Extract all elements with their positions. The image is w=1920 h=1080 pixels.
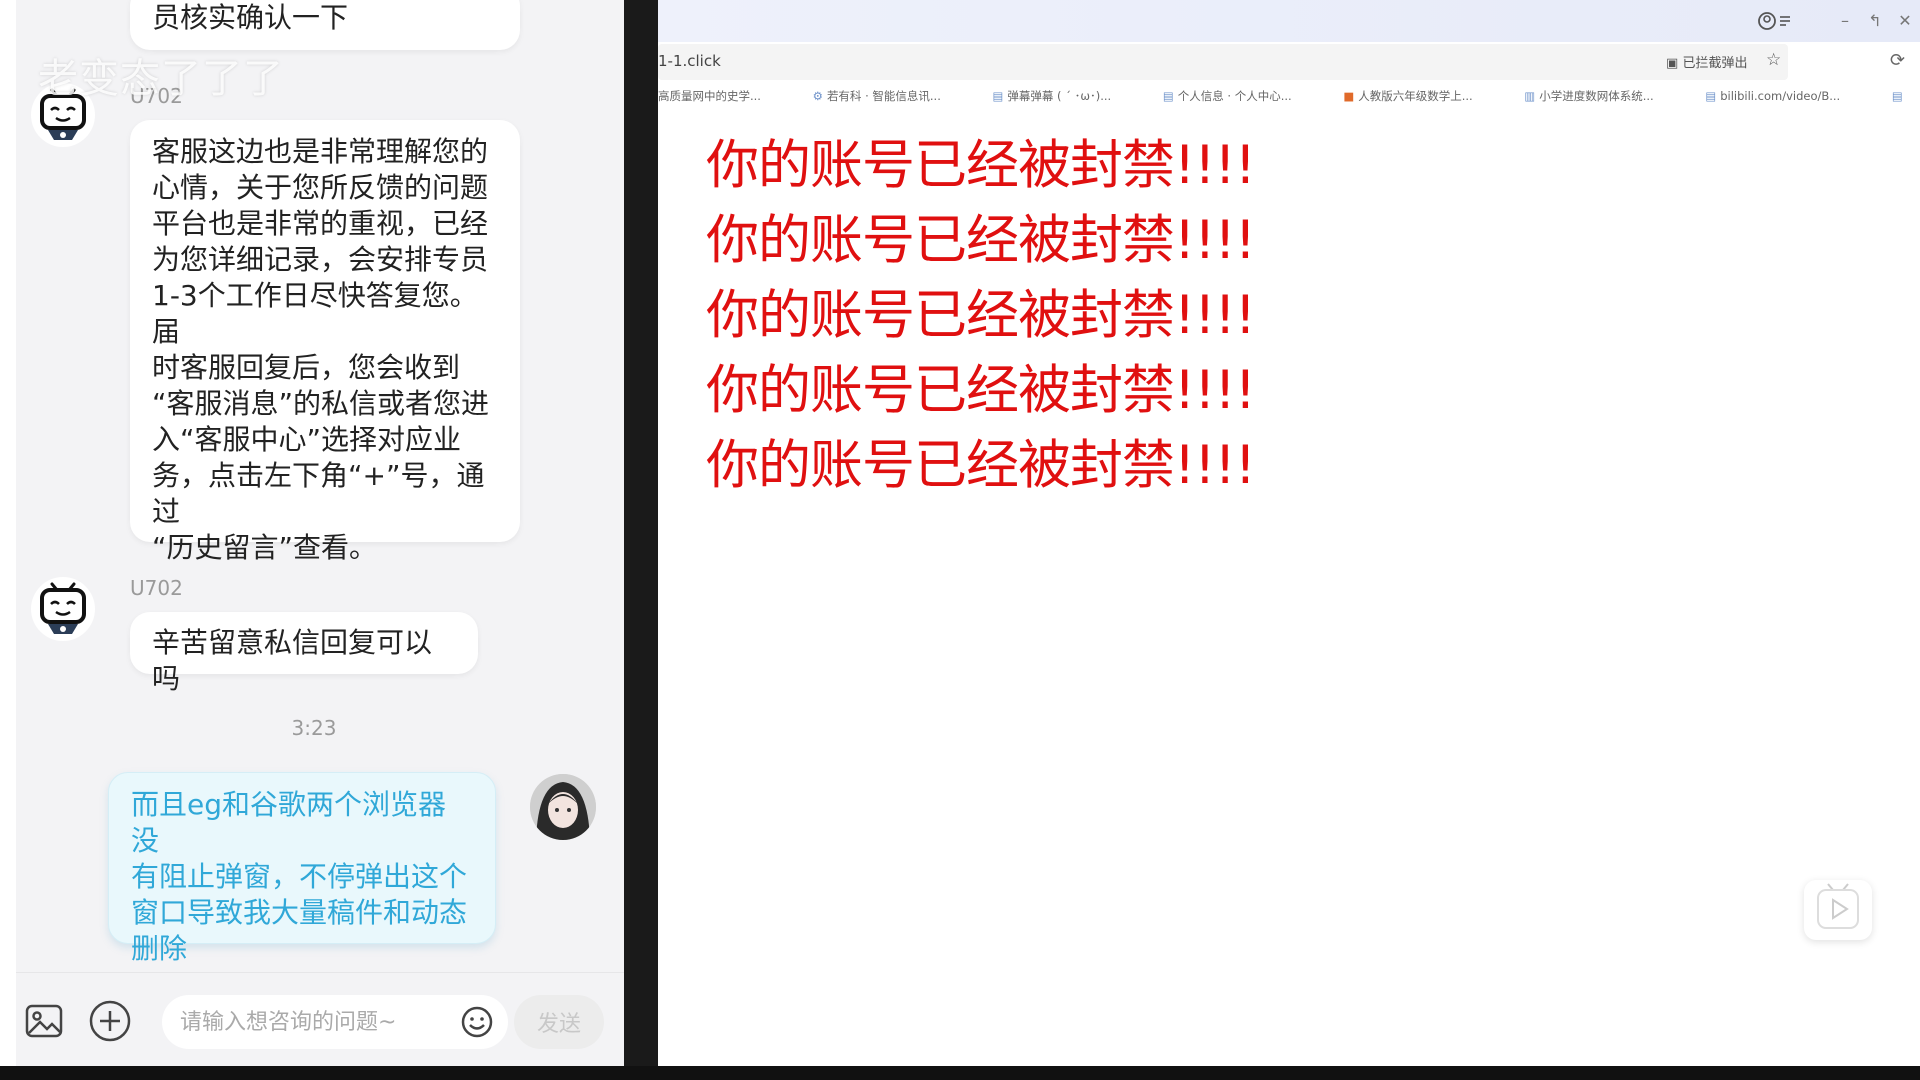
banned-notice: 你的账号已经被封禁!!!! 你的账号已经被封禁!!!! 你的账号已经被封禁!!!… <box>706 128 1256 503</box>
bookmark-item[interactable]: ⚙ 若有科 · 智能信息讯... <box>813 88 965 104</box>
video-watermark: 老变态了了了 <box>38 56 284 102</box>
user-avatar <box>530 774 596 840</box>
profile-icon[interactable] <box>1756 10 1798 32</box>
user-message-bubble: 而且eg和谷歌两个浏览器没 有阻止弹窗，不停弹出这个 窗口导致我大量稿件和动态 … <box>108 772 496 965</box>
banned-message: 你的账号已经被封禁!!!! <box>706 210 1256 271</box>
sync-icon[interactable]: ⟳ <box>1890 50 1905 71</box>
image-upload-icon[interactable] <box>24 1001 64 1041</box>
bookmark-item[interactable]: ▤ bilibili.com/video/B... <box>1705 89 1864 103</box>
bookmark-icon: ▤ <box>992 89 1004 103</box>
message-input-wrapper <box>162 995 508 1049</box>
message-timestamp: 3:23 <box>291 716 337 740</box>
agent-message-bubble: 辛苦留意私信回复可以吗 <box>130 612 478 695</box>
bookmark-item[interactable]: 高质量网中的史学... <box>658 88 785 104</box>
address-bar[interactable]: 1-1.click ▣ 已拦截弹出 ☆ <box>658 44 1788 80</box>
bookmark-icon: ▤ <box>1162 89 1174 103</box>
browser-titlebar: – ↰ ✕ <box>658 0 1920 42</box>
url-text: 1-1.click <box>658 52 721 70</box>
popup-blocked-indicator[interactable]: ▣ 已拦截弹出 <box>1666 52 1747 71</box>
bookmark-item[interactable]: ▤ 个人信息 · 个人中心... <box>1163 88 1316 104</box>
restore-icon[interactable]: ↰ <box>1862 8 1888 34</box>
floating-play-button[interactable] <box>1804 880 1872 940</box>
add-icon[interactable] <box>88 999 132 1043</box>
message-composer: 发送 <box>16 972 624 1066</box>
bookmark-star-icon[interactable]: ☆ <box>1766 50 1781 70</box>
agent-name: U702 <box>130 576 183 600</box>
bookmark-icon: ▤ <box>1705 89 1717 103</box>
banned-message: 你的账号已经被封禁!!!! <box>706 135 1256 196</box>
agent-message-bubble: 员核实确认一下 <box>130 0 520 50</box>
message-input[interactable] <box>180 995 440 1049</box>
banned-message: 你的账号已经被封禁!!!! <box>706 285 1256 346</box>
panel-divider <box>624 0 658 1066</box>
emoji-icon[interactable] <box>460 1005 494 1039</box>
bookmarks-bar: 高质量网中的史学... ⚙ 若有科 · 智能信息讯... ▤ 弹幕弹幕 ( ´ ･ω… <box>658 88 1920 112</box>
minimize-icon[interactable]: – <box>1832 8 1858 34</box>
bookmark-item[interactable]: ▥ 小学进度数网体系统... <box>1524 88 1677 104</box>
play-icon <box>1817 883 1859 929</box>
bookmark-icon: ⚙ <box>812 89 823 103</box>
bookmark-item[interactable]: ■ 人教版六年级数学上... <box>1343 88 1496 104</box>
bookmark-icon: ▥ <box>1524 89 1536 103</box>
agent-avatar <box>31 577 95 641</box>
browser-window: – ↰ ✕ 1-1.click ▣ 已拦截弹出 ☆ ⟳ 高质量网中的史学... … <box>658 0 1920 1066</box>
popup-blocked-icon: ▣ <box>1666 56 1679 71</box>
banned-message: 你的账号已经被封禁!!!! <box>706 360 1256 421</box>
bottom-border <box>0 1066 1920 1080</box>
screen: 员核实确认一下 U702 客服这边也是非常理解您的 心情，关于您所反馈的问题 平… <box>0 0 1920 1080</box>
agent-message-bubble: 客服这边也是非常理解您的 心情，关于您所反馈的问题 平台也是非常的重视，已经 为… <box>130 120 520 564</box>
bookmark-item[interactable]: ▤ 弹幕弹幕 ( ´ ･ω･)... <box>993 88 1136 104</box>
bookmark-icon: ■ <box>1343 89 1355 103</box>
send-button[interactable]: 发送 <box>514 995 604 1049</box>
bilibili-icon: ▤ <box>1891 89 1903 103</box>
close-icon[interactable]: ✕ <box>1892 8 1918 34</box>
chat-panel: 员核实确认一下 U702 客服这边也是非常理解您的 心情，关于您所反馈的问题 平… <box>16 0 624 1066</box>
bookmark-item[interactable]: ▤ <box>1892 89 1907 103</box>
banned-message: 你的账号已经被封禁!!!! <box>706 435 1256 496</box>
